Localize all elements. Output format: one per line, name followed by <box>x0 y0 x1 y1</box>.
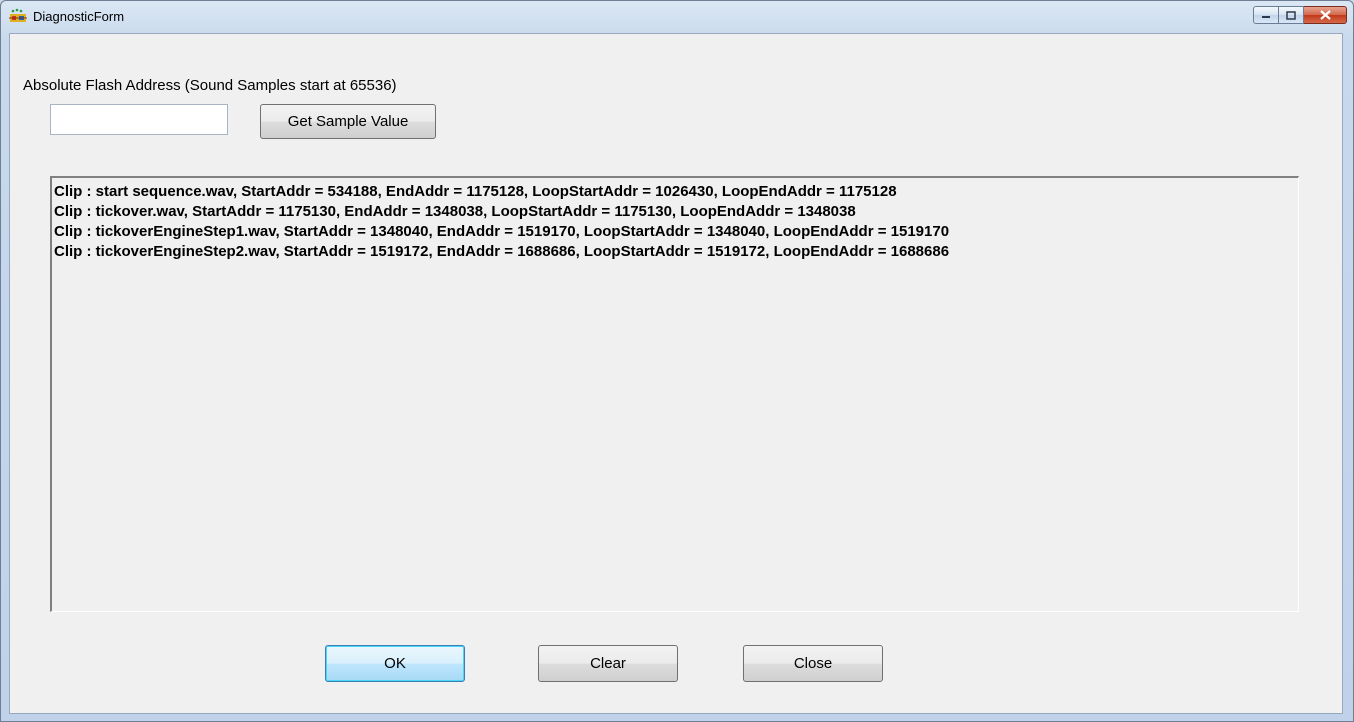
form-client-area: Absolute Flash Address (Sound Samples st… <box>9 33 1343 714</box>
log-line: Clip : tickover.wav, StartAddr = 1175130… <box>54 203 856 220</box>
address-input[interactable] <box>50 104 228 135</box>
get-sample-value-button[interactable]: Get Sample Value <box>260 104 436 139</box>
log-line: Clip : start sequence.wav, StartAddr = 5… <box>54 183 897 200</box>
address-label: Absolute Flash Address (Sound Samples st… <box>23 77 397 94</box>
close-button[interactable]: Close <box>743 645 883 682</box>
title-bar[interactable]: DiagnosticForm <box>1 1 1353 33</box>
clear-button[interactable]: Clear <box>538 645 678 682</box>
close-window-button[interactable] <box>1304 6 1347 24</box>
minimize-icon <box>1262 16 1270 18</box>
maximize-button[interactable] <box>1279 6 1304 24</box>
window-controls <box>1253 6 1347 24</box>
minimize-button[interactable] <box>1253 6 1279 24</box>
log-line: Clip : tickoverEngineStep2.wav, StartAdd… <box>54 243 950 260</box>
close-icon <box>1319 10 1331 20</box>
maximize-icon <box>1286 10 1296 20</box>
clip-log-textbox[interactable]: Clip : start sequence.wav, StartAddr = 5… <box>50 176 1299 612</box>
diagnostic-window: DiagnosticForm Absolute Flash Address (S… <box>0 0 1354 722</box>
app-icon <box>9 8 27 22</box>
log-line: Clip : tickoverEngineStep1.wav, StartAdd… <box>54 223 950 240</box>
ok-button[interactable]: OK <box>325 645 465 682</box>
window-title: DiagnosticForm <box>33 9 125 24</box>
